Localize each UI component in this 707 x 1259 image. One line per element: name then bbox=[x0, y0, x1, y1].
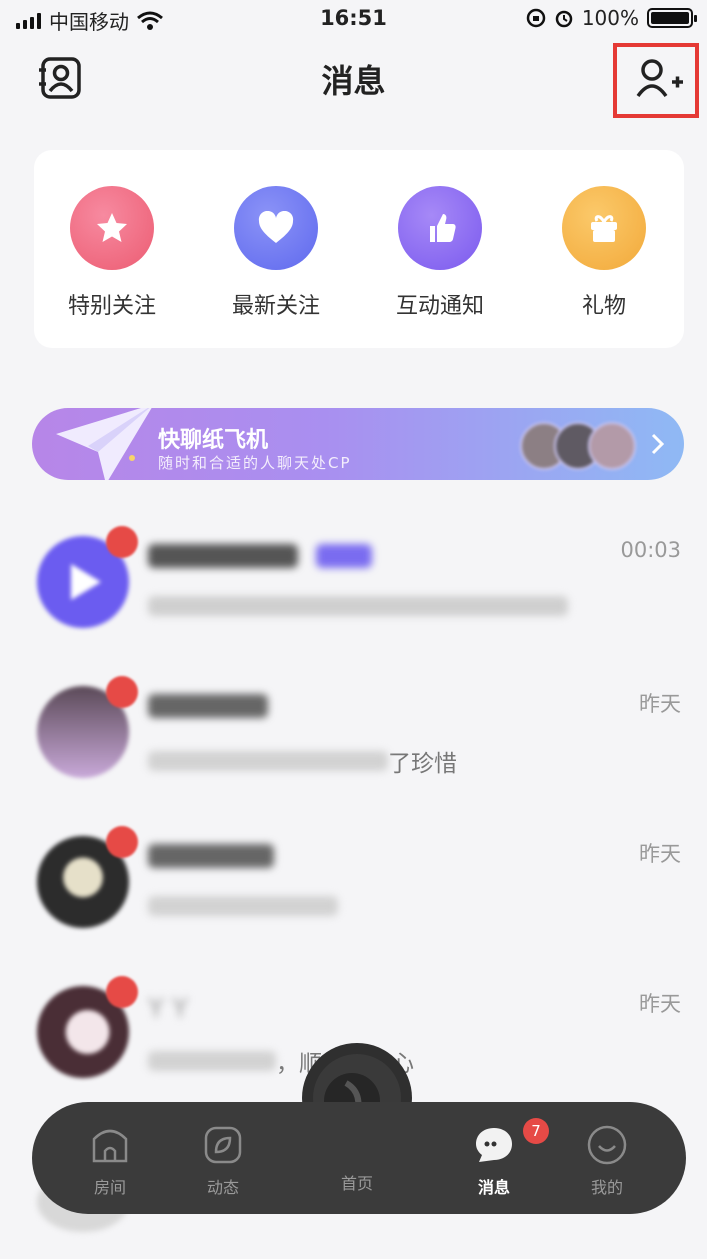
message-time: 昨天 bbox=[639, 692, 681, 716]
message-name bbox=[148, 844, 274, 875]
message-time: 00:03 bbox=[620, 538, 681, 562]
message-row[interactable]: 了珍惜 昨天 bbox=[0, 670, 707, 820]
nav-label: 房间 bbox=[93, 1178, 126, 1197]
quick-action-interaction[interactable]: 互动通知 bbox=[370, 186, 510, 320]
unread-dot bbox=[106, 976, 138, 1008]
message-time: 昨天 bbox=[639, 842, 681, 866]
paper-plane-banner[interactable]: 快聊纸飞机 随时和合适的人聊天处CP bbox=[32, 408, 684, 480]
message-name bbox=[148, 694, 268, 725]
message-name bbox=[148, 544, 373, 575]
message-preview bbox=[148, 596, 568, 622]
chat-icon: 7 bbox=[473, 1118, 549, 1166]
star-icon bbox=[70, 186, 154, 270]
quick-actions-card: 特别关注 最新关注 互动通知 礼物 bbox=[34, 150, 684, 348]
message-row[interactable]: 昨天 bbox=[0, 820, 707, 970]
unread-dot bbox=[106, 676, 138, 708]
bottom-nav: 房间 动态 首页 7 消息 我的 bbox=[32, 1102, 686, 1214]
message-row[interactable]: 00:03 bbox=[0, 520, 707, 670]
quick-action-gift[interactable]: 礼物 bbox=[534, 186, 674, 320]
thumb-icon bbox=[398, 186, 482, 270]
message-time: 昨天 bbox=[639, 992, 681, 1016]
smile-icon bbox=[586, 1124, 628, 1166]
message-name: Y Y bbox=[148, 994, 189, 1024]
status-right: 100% bbox=[526, 6, 697, 30]
nav-label: 动态 bbox=[206, 1178, 239, 1197]
quick-action-new-follow[interactable]: 最新关注 bbox=[206, 186, 346, 320]
rotation-lock-icon bbox=[526, 8, 546, 28]
gift-icon bbox=[562, 186, 646, 270]
unread-badge: 7 bbox=[523, 1118, 549, 1144]
nav-item-messages[interactable]: 7 消息 bbox=[449, 1118, 549, 1198]
heart-icon bbox=[234, 186, 318, 270]
banner-subtitle: 随时和合适的人聊天处CP bbox=[158, 454, 352, 472]
message-preview-text: 了珍惜 bbox=[388, 751, 457, 777]
quick-action-special-follow[interactable]: 特别关注 bbox=[42, 186, 182, 320]
nav-label: 消息 bbox=[477, 1178, 510, 1197]
quick-action-label: 特别关注 bbox=[67, 294, 156, 319]
chevron-right-icon bbox=[651, 433, 665, 455]
avatar bbox=[588, 422, 636, 470]
status-bar: 中国移动 16:51 100% bbox=[0, 0, 707, 40]
battery-label: 100% bbox=[581, 6, 639, 30]
alarm-icon bbox=[555, 10, 573, 28]
nav-label: 我的 bbox=[590, 1178, 623, 1197]
message-preview: 了珍惜 bbox=[148, 744, 457, 778]
leaf-icon bbox=[202, 1124, 244, 1166]
add-friend-highlight bbox=[613, 43, 699, 118]
quick-action-label: 互动通知 bbox=[395, 294, 484, 319]
house-icon bbox=[89, 1124, 131, 1166]
paper-plane-icon bbox=[56, 408, 152, 480]
battery-icon bbox=[647, 8, 697, 28]
unread-dot bbox=[106, 526, 138, 558]
unread-dot bbox=[106, 826, 138, 858]
banner-avatars bbox=[520, 422, 636, 470]
nav-item-profile[interactable]: 我的 bbox=[562, 1124, 652, 1198]
quick-action-label: 礼物 bbox=[581, 294, 626, 319]
quick-action-label: 最新关注 bbox=[231, 294, 320, 319]
nav-item-feed[interactable]: 动态 bbox=[178, 1124, 268, 1198]
banner-title: 快聊纸飞机 bbox=[158, 428, 269, 453]
nav-label: 首页 bbox=[340, 1174, 373, 1193]
message-preview bbox=[148, 896, 338, 922]
nav-item-room[interactable]: 房间 bbox=[65, 1124, 155, 1198]
nav-item-home[interactable]: 首页 bbox=[312, 1170, 402, 1194]
page-title: 消息 bbox=[321, 62, 386, 100]
